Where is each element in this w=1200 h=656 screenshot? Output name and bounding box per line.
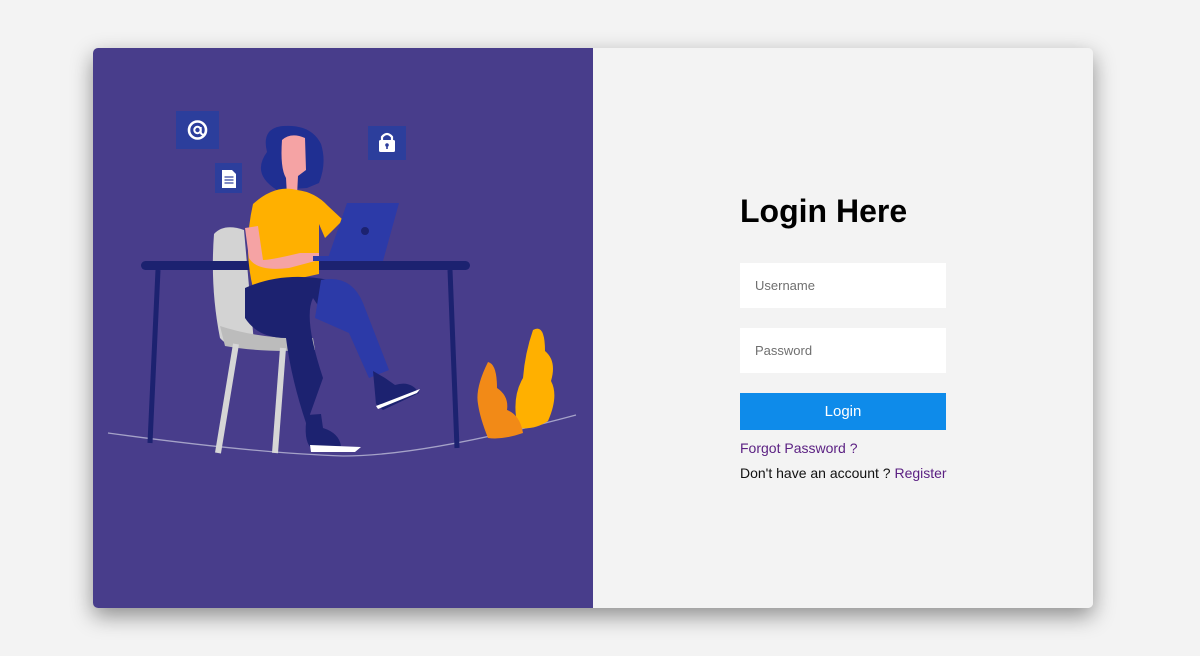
- woman-figure: [245, 125, 420, 452]
- at-sign-icon: [176, 111, 219, 149]
- login-title: Login Here: [740, 193, 908, 229]
- plant-decoration: [477, 328, 555, 439]
- username-input[interactable]: [740, 263, 946, 308]
- no-account-text: Don't have an account ?: [740, 465, 891, 481]
- forgot-password-link[interactable]: Forgot Password ?: [740, 440, 858, 456]
- illustration-panel: [93, 48, 593, 608]
- register-link[interactable]: Register: [894, 465, 946, 481]
- password-input[interactable]: [740, 328, 946, 373]
- register-prompt: Don't have an account ? Register: [740, 465, 947, 481]
- woman-at-laptop-illustration: [107, 111, 577, 457]
- login-card: Login Here Login Forgot Password ? Don't…: [93, 48, 1093, 608]
- lock-icon: [368, 126, 406, 160]
- login-button[interactable]: Login: [740, 393, 946, 430]
- document-icon: [215, 163, 242, 193]
- login-form-panel: Login Here Login Forgot Password ? Don't…: [593, 48, 1093, 608]
